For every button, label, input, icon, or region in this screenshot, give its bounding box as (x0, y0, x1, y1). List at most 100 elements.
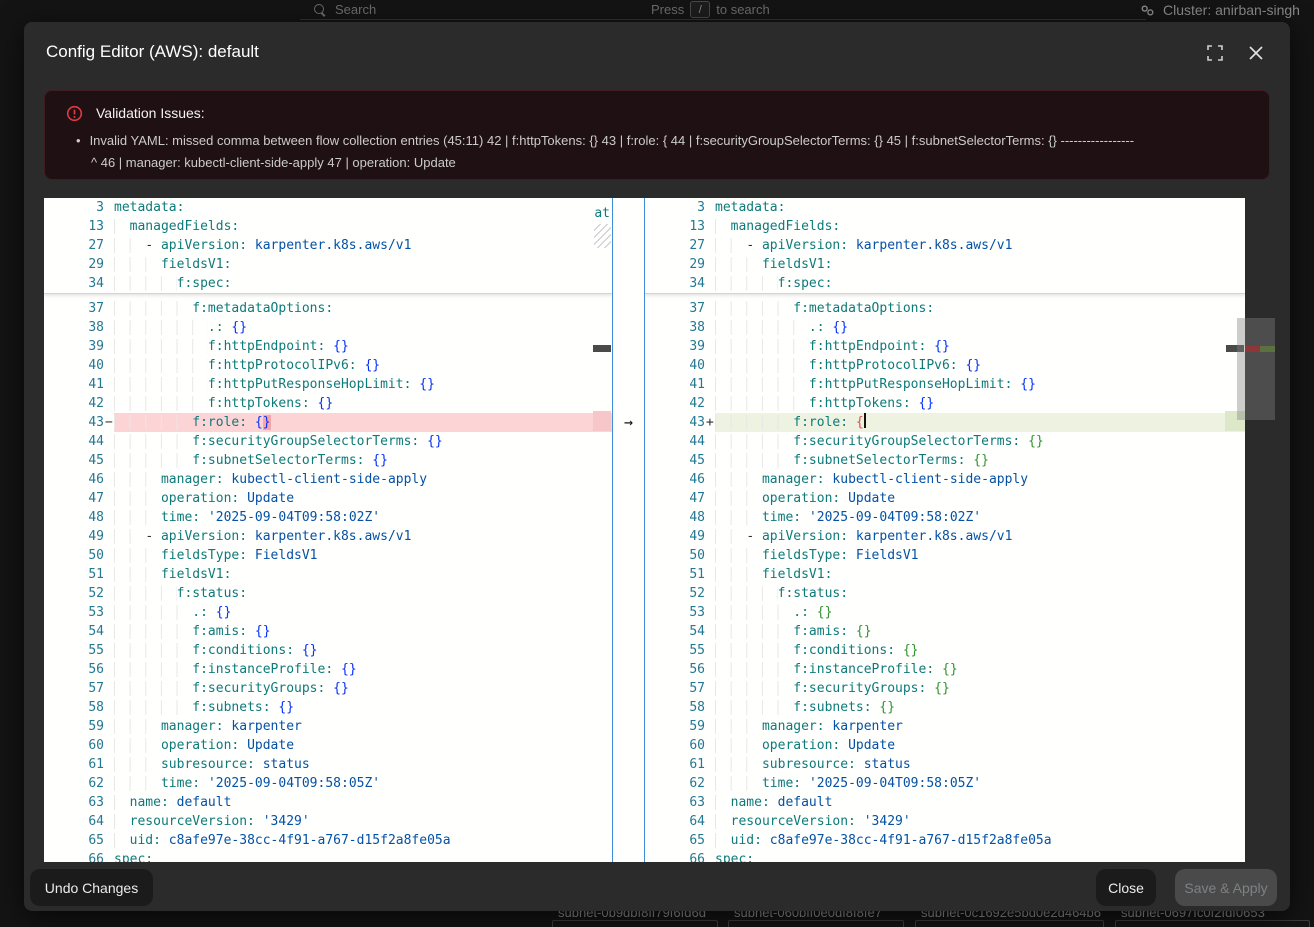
sticky-scroll-modified[interactable]: 3metadata:13 managedFields:27 - apiVersi… (645, 198, 1245, 294)
code-line[interactable]: 47 operation: Update (645, 489, 1245, 508)
code-line[interactable]: 46 manager: kubectl-client-side-apply (645, 470, 1245, 489)
code-line[interactable]: 40 f:httpProtocolIPv6: {} (645, 356, 1245, 375)
expand-button[interactable] (1205, 43, 1225, 63)
code-line[interactable]: 58 f:subnets: {} (44, 698, 612, 717)
line-number: 53 (44, 603, 104, 622)
diff-marker (104, 198, 114, 217)
code-line[interactable]: 44 f:securityGroupSelectorTerms: {} (645, 432, 1245, 451)
code-line[interactable]: 45 f:subnetSelectorTerms: {} (645, 451, 1245, 470)
diff-modified-pane[interactable]: 3metadata:13 managedFields:27 - apiVersi… (645, 198, 1245, 862)
code-line[interactable]: 63 name: default (44, 793, 612, 812)
code-line[interactable]: 38 .: {} (645, 318, 1245, 337)
code-line[interactable]: 49 - apiVersion: karpenter.k8s.aws/v1 (44, 527, 612, 546)
code-line[interactable]: 50 fieldsType: FieldsV1 (645, 546, 1245, 565)
code-line[interactable]: 3metadata: (645, 198, 1245, 217)
code-line[interactable]: 37 f:metadataOptions: (44, 299, 612, 318)
diff-splitter[interactable]: → (612, 198, 645, 862)
code-line[interactable]: 66spec: (645, 850, 1245, 862)
code-line[interactable]: 49 - apiVersion: karpenter.k8s.aws/v1 (645, 527, 1245, 546)
code-line[interactable]: 52 f:status: (44, 584, 612, 603)
save-apply-button[interactable]: Save & Apply (1175, 869, 1277, 906)
code-line[interactable]: 13 managedFields: (44, 217, 612, 236)
code-line[interactable]: 58 f:subnets: {} (645, 698, 1245, 717)
diff-marker (705, 755, 715, 774)
code-line[interactable]: 59 manager: karpenter (645, 717, 1245, 736)
code-line[interactable]: 45 f:subnetSelectorTerms: {} (44, 451, 612, 470)
code-line[interactable]: 64 resourceVersion: '3429' (44, 812, 612, 831)
code-line[interactable]: 13 managedFields: (645, 217, 1245, 236)
code-line[interactable]: 56 f:instanceProfile: {} (645, 660, 1245, 679)
code-line[interactable]: 27 - apiVersion: karpenter.k8s.aws/v1 (645, 236, 1245, 255)
scrollbar-slider[interactable] (1237, 318, 1275, 420)
code-line[interactable]: 54 f:amis: {} (645, 622, 1245, 641)
code-line[interactable]: 43+ f:role: { (645, 413, 1245, 432)
diff-marker (104, 793, 114, 812)
revert-arrow-icon[interactable]: → (613, 413, 644, 432)
undo-changes-button[interactable]: Undo Changes (30, 869, 153, 906)
line-number: 51 (645, 565, 705, 584)
code-line[interactable]: 29 fieldsV1: (44, 255, 612, 274)
code-line[interactable]: 65 uid: c8afe97e-38cc-4f91-a767-d15f2a8f… (44, 831, 612, 850)
diff-marker (104, 850, 114, 862)
code-line[interactable]: 42 f:httpTokens: {} (645, 394, 1245, 413)
diff-marker (705, 489, 715, 508)
diff-marker (705, 198, 715, 217)
code-line[interactable]: 27 - apiVersion: karpenter.k8s.aws/v1 (44, 236, 612, 255)
code-line[interactable]: 47 operation: Update (44, 489, 612, 508)
code-line[interactable]: 62 time: '2025-09-04T09:58:05Z' (44, 774, 612, 793)
code-line[interactable]: 48 time: '2025-09-04T09:58:02Z' (645, 508, 1245, 527)
code-line[interactable]: 51 fieldsV1: (645, 565, 1245, 584)
code-modified[interactable]: 37 f:metadataOptions:38 .: {}39 f:httpEn… (645, 294, 1245, 862)
code-line[interactable]: 55 f:conditions: {} (645, 641, 1245, 660)
diff-marker (705, 850, 715, 862)
diff-marker (104, 831, 114, 850)
code-original[interactable]: 37 f:metadataOptions:38 .: {}39 f:httpEn… (44, 294, 612, 862)
code-line[interactable]: 44 f:securityGroupSelectorTerms: {} (44, 432, 612, 451)
code-line[interactable]: 60 operation: Update (645, 736, 1245, 755)
code-line[interactable]: 42 f:httpTokens: {} (44, 394, 612, 413)
code-line[interactable]: 51 fieldsV1: (44, 565, 612, 584)
code-line[interactable]: 66spec: (44, 850, 612, 862)
code-line[interactable]: 56 f:instanceProfile: {} (44, 660, 612, 679)
code-line[interactable]: 39 f:httpEndpoint: {} (645, 337, 1245, 356)
code-line[interactable]: 29 fieldsV1: (645, 255, 1245, 274)
code-line[interactable]: 55 f:conditions: {} (44, 641, 612, 660)
code-line[interactable]: 64 resourceVersion: '3429' (645, 812, 1245, 831)
code-line[interactable]: 54 f:amis: {} (44, 622, 612, 641)
sticky-scroll-original[interactable]: 3metadata:13 managedFields:27 - apiVersi… (44, 198, 612, 294)
diff-marker (104, 546, 114, 565)
code-line[interactable]: 34 f:spec: (645, 274, 1245, 293)
code-line[interactable]: 59 manager: karpenter (44, 717, 612, 736)
cluster-selector[interactable]: Cluster: anirban-singh (1140, 0, 1300, 20)
code-line[interactable]: 57 f:securityGroups: {} (645, 679, 1245, 698)
code-line[interactable]: 48 time: '2025-09-04T09:58:02Z' (44, 508, 612, 527)
close-button[interactable] (1246, 43, 1266, 63)
close-footer-button[interactable]: Close (1096, 869, 1156, 906)
code-line[interactable]: 61 subresource: status (645, 755, 1245, 774)
code-line[interactable]: 39 f:httpEndpoint: {} (44, 337, 612, 356)
diff-original-pane[interactable]: 3metadata:13 managedFields:27 - apiVersi… (44, 198, 612, 862)
code-line[interactable]: 53 .: {} (645, 603, 1245, 622)
code-line[interactable]: 41 f:httpPutResponseHopLimit: {} (645, 375, 1245, 394)
code-line[interactable]: 63 name: default (645, 793, 1245, 812)
code-line[interactable]: 37 f:metadataOptions: (645, 299, 1245, 318)
code-line[interactable]: 41 f:httpPutResponseHopLimit: {} (44, 375, 612, 394)
diff-marker (104, 255, 114, 274)
code-line[interactable]: 34 f:spec: (44, 274, 612, 293)
code-line[interactable]: 62 time: '2025-09-04T09:58:05Z' (645, 774, 1245, 793)
code-line[interactable]: 3metadata: (44, 198, 612, 217)
code-line[interactable]: 52 f:status: (645, 584, 1245, 603)
code-line[interactable]: 38 .: {} (44, 318, 612, 337)
code-line[interactable]: 60 operation: Update (44, 736, 612, 755)
code-line[interactable]: 61 subresource: status (44, 755, 612, 774)
code-line[interactable]: 65 uid: c8afe97e-38cc-4f91-a767-d15f2a8f… (645, 831, 1245, 850)
diff-marker (104, 236, 114, 255)
code-line[interactable]: 43− f:role: {} (44, 413, 612, 432)
code-line[interactable]: 53 .: {} (44, 603, 612, 622)
code-line[interactable]: 50 fieldsType: FieldsV1 (44, 546, 612, 565)
diff-marker (104, 622, 114, 641)
code-line[interactable]: 46 manager: kubectl-client-side-apply (44, 470, 612, 489)
code-line[interactable]: 57 f:securityGroups: {} (44, 679, 612, 698)
diff-marker (104, 584, 114, 603)
code-line[interactable]: 40 f:httpProtocolIPv6: {} (44, 356, 612, 375)
